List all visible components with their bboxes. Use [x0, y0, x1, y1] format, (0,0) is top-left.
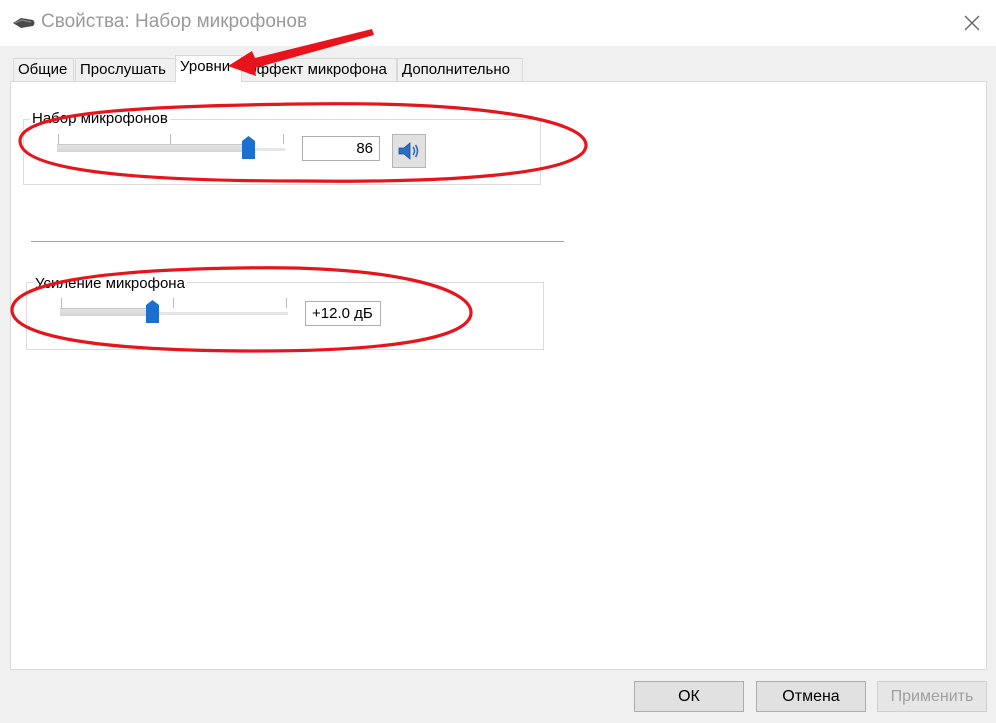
tab-general[interactable]: Общие [13, 58, 74, 82]
microphone-boost-slider[interactable] [60, 298, 288, 326]
tab-mic-effects[interactable]: Эффект микрофона [241, 58, 397, 82]
slider-tick [61, 298, 62, 308]
levels-panel: Набор микрофонов 86 Усиление микрофона +… [10, 81, 987, 670]
tab-advanced[interactable]: Дополнительно [397, 58, 523, 82]
separator [31, 241, 564, 242]
tab-levels[interactable]: Уровни [175, 55, 242, 82]
close-icon [964, 15, 980, 31]
microphone-boost-label: Усиление микрофона [33, 275, 187, 292]
window-title: Свойства: Набор микрофонов [41, 11, 308, 32]
slider-track-remaining [152, 312, 288, 315]
mute-button[interactable] [392, 134, 426, 168]
microphone-level-label: Набор микрофонов [30, 110, 170, 127]
speaker-icon [398, 142, 419, 160]
tab-listen[interactable]: Прослушать [75, 58, 176, 82]
slider-track-filled [57, 144, 249, 152]
slider-tick [173, 298, 174, 308]
slider-tick [283, 134, 284, 144]
cancel-button[interactable]: Отмена [756, 681, 866, 712]
microphone-icon [13, 18, 35, 28]
title-bar: Свойства: Набор микрофонов [0, 0, 996, 46]
ok-button[interactable]: ОК [634, 681, 744, 712]
slider-tick [170, 134, 171, 144]
properties-dialog: Свойства: Набор микрофонов Общие Прослуш… [0, 0, 996, 723]
slider-thumb[interactable] [146, 300, 159, 323]
microphone-level-value[interactable]: 86 [302, 136, 380, 161]
slider-thumb[interactable] [242, 136, 255, 159]
slider-track-filled [60, 308, 153, 316]
slider-tick [286, 298, 287, 308]
slider-tick [58, 134, 59, 144]
microphone-boost-value[interactable]: +12.0 дБ [305, 301, 381, 326]
apply-button[interactable]: Применить [877, 681, 987, 712]
close-button[interactable] [950, 4, 994, 42]
microphone-level-slider[interactable] [57, 134, 285, 162]
